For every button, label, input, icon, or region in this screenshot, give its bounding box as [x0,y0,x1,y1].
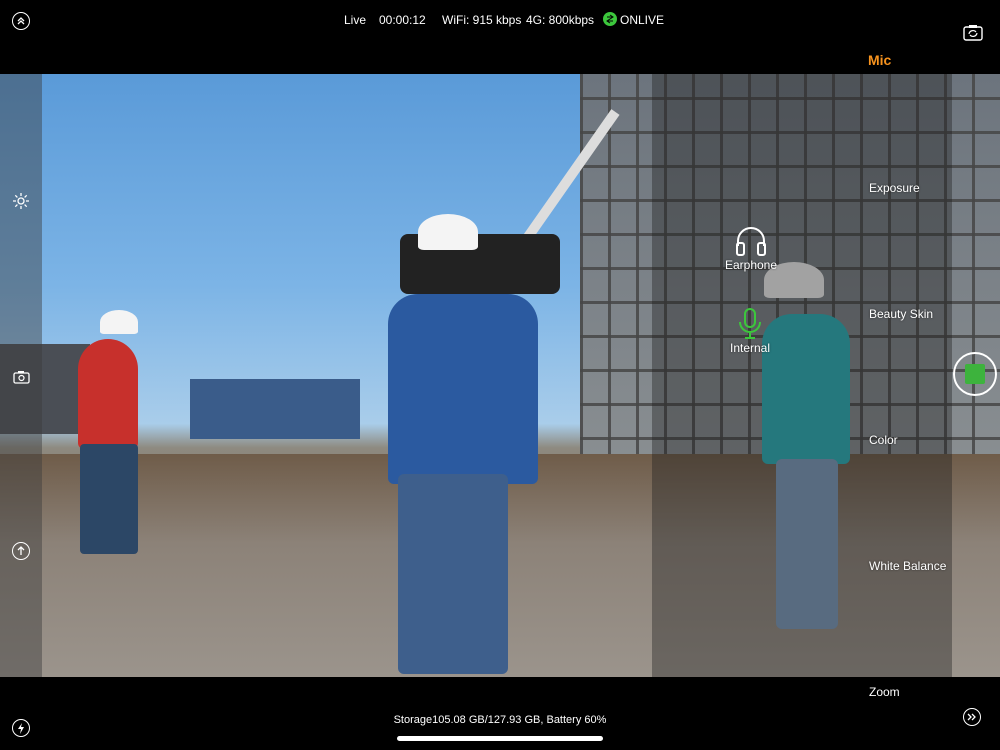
arrow-up-circle-icon[interactable] [11,541,31,561]
settings-panel-overlay [652,74,952,677]
online-status-icon [603,12,617,26]
earphone-option[interactable]: Earphone [720,224,782,272]
online-status-label: ONLIVE [620,13,665,27]
headphones-icon [736,227,766,256]
site-building [190,379,360,439]
menu-item-white-balance[interactable]: White Balance [869,559,946,573]
helmet [418,214,478,250]
microphone-icon [739,308,761,339]
menu-item-beauty-skin[interactable]: Beauty Skin [869,307,933,321]
camera-switch-icon[interactable] [962,22,984,42]
person-center [388,294,538,484]
menu-item-zoom[interactable]: Zoom [869,685,900,699]
stop-square-icon [965,364,985,384]
person-center-legs [398,474,508,674]
storage-battery-status: Storage105.08 GB/127.93 GB, Battery 60% [393,714,607,726]
person-left [78,339,138,449]
record-timer: 00:00:12 [379,13,426,27]
person-left-legs [80,444,138,554]
top-status-bar [0,0,1000,74]
cellular-bitrate: 4G: 800kbps [526,13,595,27]
earphone-label: Earphone [724,258,778,272]
helmet [100,310,138,334]
gear-icon[interactable] [11,191,31,211]
menu-item-color[interactable]: Color [869,433,898,447]
internal-mic-option[interactable]: Internal [722,307,778,355]
wifi-bitrate: WiFi: 915 kbps [442,13,522,27]
menu-item-exposure[interactable]: Exposure [869,181,920,195]
mic-panel-title: Mic [868,52,892,68]
internal-label: Internal [729,341,771,355]
record-stop-button[interactable] [953,352,997,396]
live-indicator: Live [344,13,367,27]
chevron-up-circle-icon[interactable] [11,11,31,31]
camera-icon[interactable] [12,368,30,386]
home-indicator[interactable] [397,736,603,741]
